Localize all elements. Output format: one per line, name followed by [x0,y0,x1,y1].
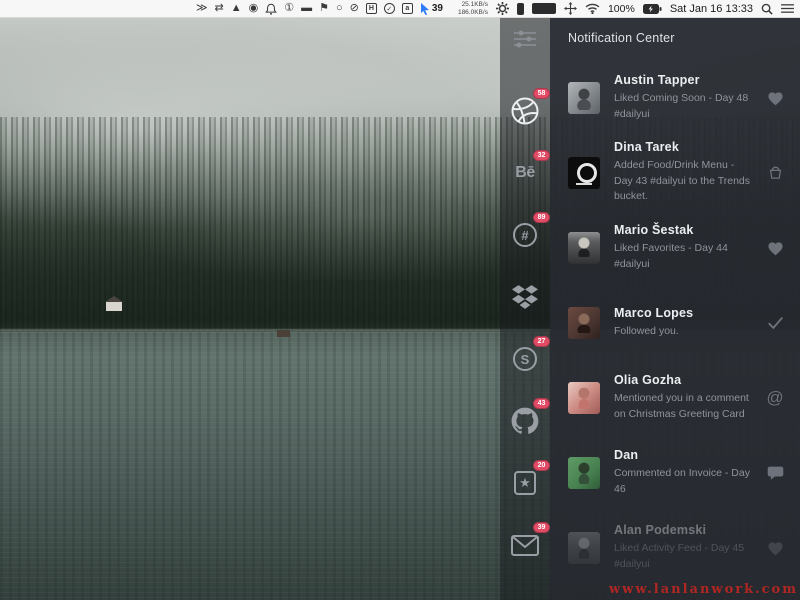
avatar [568,82,600,114]
notification-center-icon[interactable] [781,3,794,14]
sidebar-item-hashtag[interactable]: # 89 [508,218,542,252]
check-circle-icon[interactable]: ✓ [384,3,395,14]
behance-badge: 32 [533,150,550,161]
notification-name: Austin Tapper [614,73,754,87]
menu-bar-clock[interactable]: Sat Jan 16 13:33 [670,3,753,15]
network-up: 25.1KB/s [462,1,488,8]
notification-name: Dan [614,448,754,462]
avatar [568,532,600,564]
notification-text: Commented on Invoice - Day 46 [614,466,754,498]
mail-icon [511,535,539,556]
star-doc-icon: ★ [514,471,536,495]
avatar [568,457,600,489]
display-icon[interactable] [532,3,556,14]
avatar [568,307,600,339]
wifi-icon[interactable] [585,3,600,14]
one-circle-icon[interactable]: ① [284,3,294,14]
sync-icon[interactable]: ⇄ [215,3,224,14]
battery-icon[interactable] [643,4,662,14]
notification-row[interactable]: Olia Gozha Mentioned you in a comment on… [550,360,800,435]
circle-icon[interactable]: ○ [336,3,343,14]
dribbble-icon [510,96,540,126]
check-icon[interactable] [764,316,786,330]
sidebar-item-dropbox[interactable] [508,280,542,314]
notification-center-panel: 58 Bē 32 # 89 S 27 43 ★ [500,18,800,600]
hashtag-badge: 89 [533,212,550,223]
comment-icon[interactable] [764,465,786,481]
sidebar-item-skype[interactable]: S 27 [508,342,542,376]
drive-icon[interactable]: ▲ [231,3,242,14]
panel-title: Notification Center [550,18,800,60]
sidebar-item-behance[interactable]: Bē 32 [508,156,542,190]
notification-row[interactable]: Dina Tarek Added Food/Drink Menu - Day 4… [550,135,800,210]
notification-row[interactable]: Mario Šestak Liked Favorites - Day 44 #d… [550,210,800,285]
watermark-text: www.lanlanwork.com [609,582,798,597]
bell-icon[interactable] [265,3,277,15]
lake-hut [277,330,290,337]
battery-percent: 100% [608,3,635,15]
github-icon [511,407,539,435]
chevrons-icon[interactable]: ≫ [196,3,208,14]
notification-name: Mario Šestak [614,223,754,237]
sidebar-item-favorites[interactable]: ★ 20 [508,466,542,500]
skype-icon: S [513,347,537,371]
notification-row[interactable]: Austin Tapper Liked Coming Soon - Day 48… [550,60,800,135]
notification-name: Dina Tarek [614,140,754,154]
github-badge: 43 [533,398,550,409]
flag-icon[interactable]: ⚑ [319,3,329,14]
creative-cloud-icon[interactable]: ◉ [249,3,259,14]
menu-bar: ≫ ⇄ ▲ ◉ ① ▬ ⚑ ○ ⊘ H ✓ a 39 25.1KB/s 186.… [0,0,800,18]
move-arrows-icon[interactable] [564,2,577,15]
notification-name: Marco Lopes [614,306,754,320]
sidebar-item-github[interactable]: 43 [508,404,542,438]
network-speed[interactable]: 25.1KB/s 186.0KB/s [458,1,488,17]
panel-sidebar: 58 Bē 32 # 89 S 27 43 ★ [500,18,550,600]
notification-text: Added Food/Drink Menu - Day 43 #dailyui … [614,158,754,205]
translate-icon[interactable]: a [402,3,413,14]
network-down: 186.0KB/s [458,9,488,16]
skype-badge: 27 [533,336,550,347]
desktop: ≫ ⇄ ▲ ◉ ① ▬ ⚑ ○ ⊘ H ✓ a 39 25.1KB/s 186.… [0,0,800,600]
bucket-icon[interactable] [764,164,786,181]
menu-bar-right: 25.1KB/s 186.0KB/s 100% Sat Jan 16 13:33 [458,1,794,17]
notification-row[interactable]: Dan Commented on Invoice - Day 46 [550,435,800,510]
heart-icon[interactable] [764,90,786,106]
heart-icon[interactable] [764,240,786,256]
hashtag-icon: # [513,223,537,247]
avatar [568,232,600,264]
cursor-count: 39 [432,3,443,14]
dropbox-icon [512,285,538,309]
cursor-counter[interactable]: 39 [420,3,443,15]
notification-name: Olia Gozha [614,373,754,387]
gear-icon[interactable] [496,2,509,15]
cursor-icon [420,3,430,15]
dribbble-badge: 58 [533,88,550,99]
avatar [568,382,600,414]
filters-sliders-icon[interactable] [508,28,542,50]
notification-list: Notification Center Austin Tapper Liked … [550,18,800,600]
mention-at-icon[interactable]: @ [764,388,786,408]
favorites-badge: 20 [533,460,550,471]
sidebar-item-mail[interactable]: 39 [508,528,542,562]
heart-icon[interactable] [764,540,786,556]
avatar [568,157,600,189]
square-app-icon[interactable]: H [366,3,377,14]
lake-house [106,302,122,311]
notification-text: Followed you. [614,324,754,340]
search-icon[interactable] [761,3,773,15]
device-icon[interactable] [517,3,524,15]
slash-circle-icon[interactable]: ⊘ [350,3,359,14]
behance-icon: Bē [515,164,534,182]
dash-icon[interactable]: ▬ [301,3,312,14]
notification-text: Liked Favorites - Day 44 #dailyui [614,241,754,273]
notification-text: Mentioned you in a comment on Christmas … [614,391,754,423]
notification-row[interactable]: Alan Podemski Liked Activity Feed - Day … [550,510,800,585]
notification-row[interactable]: Marco Lopes Followed you. [550,285,800,360]
sidebar-item-dribbble[interactable]: 58 [508,94,542,128]
menu-bar-status-icons: ≫ ⇄ ▲ ◉ ① ▬ ⚑ ○ ⊘ H ✓ a 39 [196,3,443,15]
mail-badge: 39 [533,522,550,533]
notification-text: Liked Activity Feed - Day 45 #dailyui [614,541,754,573]
notification-name: Alan Podemski [614,523,754,537]
notification-text: Liked Coming Soon - Day 48 #dailyui [614,91,754,123]
